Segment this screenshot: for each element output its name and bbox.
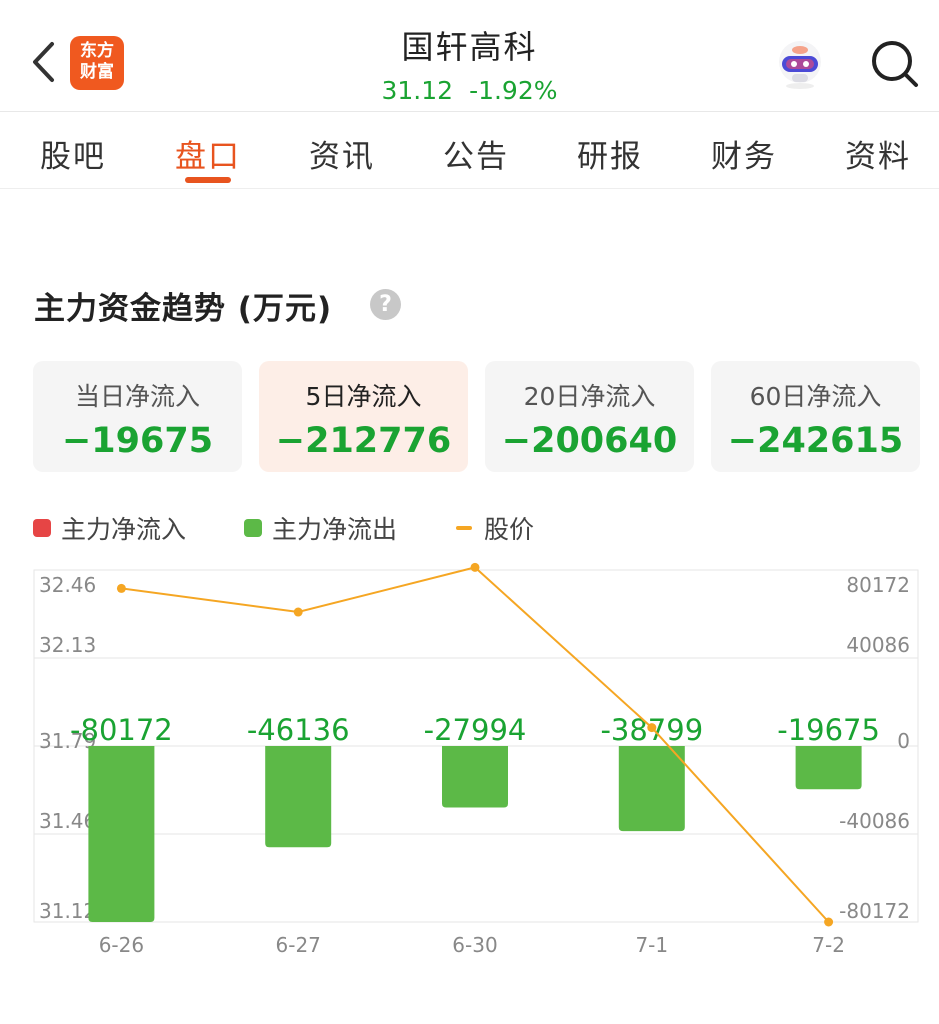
legend-outflow-label: 主力净流出 bbox=[272, 515, 398, 544]
legend-inflow-swatch bbox=[33, 519, 51, 537]
tab-profile[interactable]: 资料 bbox=[845, 131, 911, 176]
stock-price: 31.12 bbox=[381, 76, 454, 105]
card-label: 60日净流入 bbox=[749, 382, 882, 411]
outflow-bar bbox=[795, 746, 862, 790]
x-axis-tick: 7-2 bbox=[812, 933, 845, 957]
x-axis-tick: 7-1 bbox=[635, 933, 668, 957]
active-tab-indicator bbox=[185, 177, 231, 183]
price-point bbox=[470, 562, 480, 572]
x-axis-tick: 6-30 bbox=[452, 933, 497, 957]
legend-outflow: 主力净流出 bbox=[244, 510, 397, 546]
left-axis-tick: 31.12 bbox=[39, 899, 96, 923]
section-title: 主力资金趋势 (万元) bbox=[34, 291, 333, 327]
robot-assistant-button[interactable] bbox=[772, 36, 828, 92]
left-axis-tick: 32.46 bbox=[39, 573, 96, 597]
price-point bbox=[293, 607, 303, 617]
tab-bar: 股吧 盘口 资讯 公告 研报 财务 资料 bbox=[0, 113, 939, 189]
bar-value-label: -19675 bbox=[777, 713, 880, 747]
card-60day-net-inflow[interactable]: 60日净流入 −242615 bbox=[711, 361, 920, 472]
card-value: −242615 bbox=[727, 421, 904, 461]
card-value: −212776 bbox=[275, 421, 452, 461]
card-label: 20日净流入 bbox=[523, 382, 656, 411]
price-point bbox=[647, 723, 657, 733]
right-axis-tick: 0 bbox=[897, 729, 910, 753]
card-today-net-inflow[interactable]: 当日净流入 −19675 bbox=[33, 361, 242, 472]
price-point bbox=[116, 583, 126, 593]
price-point bbox=[824, 917, 834, 927]
tab-guba[interactable]: 股吧 bbox=[40, 131, 106, 176]
tab-finance[interactable]: 财务 bbox=[711, 131, 777, 176]
right-axis-tick: -80172 bbox=[839, 899, 910, 923]
legend-inflow: 主力净流入 bbox=[33, 510, 186, 546]
bar-value-label: -46136 bbox=[247, 713, 350, 747]
legend-price-swatch bbox=[456, 526, 472, 530]
right-axis-tick: 40086 bbox=[846, 633, 910, 657]
fund-flow-chart: 32.46 8017232.13 4008631.79 031.46 -4008631.… bbox=[33, 562, 919, 957]
x-axis-tick: 6-27 bbox=[276, 933, 321, 957]
robot-avatar-icon bbox=[779, 41, 821, 89]
outflow-bar bbox=[265, 746, 332, 848]
outflow-bar bbox=[618, 746, 685, 832]
search-icon bbox=[872, 41, 918, 87]
left-axis-tick: 31.46 bbox=[39, 809, 96, 833]
left-axis-tick: 32.13 bbox=[39, 633, 96, 657]
x-axis-tick: 6-26 bbox=[99, 933, 144, 957]
tab-research[interactable]: 研报 bbox=[577, 131, 643, 176]
search-button[interactable] bbox=[866, 36, 922, 92]
tab-pankou[interactable]: 盘口 bbox=[175, 131, 241, 176]
card-value: −200640 bbox=[501, 421, 678, 461]
top-bar: 东方 财富 国轩高科 31.12 -1.92% bbox=[0, 0, 939, 112]
legend-outflow-swatch bbox=[244, 519, 262, 537]
bar-value-label: -80172 bbox=[70, 713, 173, 747]
right-axis-tick: -40086 bbox=[839, 809, 910, 833]
stock-change-pct: -1.92% bbox=[469, 76, 558, 105]
card-label: 5日净流入 bbox=[305, 382, 422, 411]
help-icon[interactable]: ? bbox=[370, 289, 401, 320]
legend-price-label: 股价 bbox=[484, 515, 535, 544]
bar-value-label: -27994 bbox=[424, 713, 527, 747]
tab-announcements[interactable]: 公告 bbox=[443, 131, 509, 176]
legend-inflow-label: 主力净流入 bbox=[61, 515, 187, 544]
card-value: −19675 bbox=[61, 421, 214, 461]
outflow-bar bbox=[88, 746, 155, 922]
card-5day-net-inflow[interactable]: 5日净流入 −212776 bbox=[259, 361, 468, 472]
tab-news[interactable]: 资讯 bbox=[309, 131, 375, 176]
legend-price: 股价 bbox=[456, 510, 534, 546]
right-axis-tick: 80172 bbox=[846, 573, 910, 597]
card-20day-net-inflow[interactable]: 20日净流入 −200640 bbox=[485, 361, 694, 472]
outflow-bar bbox=[442, 746, 508, 808]
card-label: 当日净流入 bbox=[74, 382, 200, 411]
